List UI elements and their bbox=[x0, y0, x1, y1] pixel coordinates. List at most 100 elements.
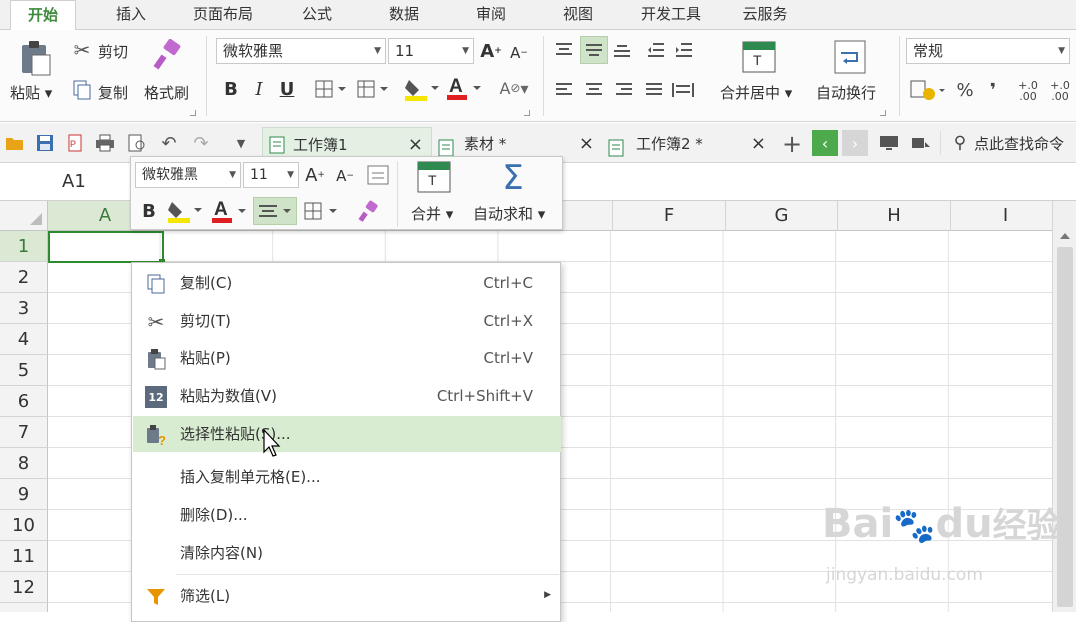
increase-decimal-button[interactable]: +.0.00 bbox=[1014, 76, 1042, 106]
bold-button[interactable]: B bbox=[220, 78, 242, 100]
tab-data[interactable]: 数据 bbox=[376, 0, 432, 30]
tab-cloud[interactable]: 云服务 bbox=[730, 0, 800, 30]
mini-font-color-icon[interactable]: A bbox=[209, 197, 249, 225]
column-header[interactable]: H bbox=[838, 201, 951, 231]
tab-home[interactable]: 开始 bbox=[10, 0, 76, 31]
scroll-thumb[interactable] bbox=[1057, 247, 1073, 607]
italic-button[interactable]: I bbox=[248, 78, 270, 100]
column-header[interactable]: F bbox=[613, 201, 726, 231]
row-header[interactable]: 12 bbox=[0, 572, 48, 603]
distributed-align-icon[interactable] bbox=[670, 78, 696, 102]
decrease-decimal-button[interactable]: +.0.00 bbox=[1046, 76, 1074, 106]
border-icon[interactable] bbox=[312, 78, 352, 100]
column-header[interactable]: G bbox=[726, 201, 838, 231]
tab-developer[interactable]: 开发工具 bbox=[626, 0, 716, 30]
row-header[interactable]: 2 bbox=[0, 262, 48, 293]
merge-center-button[interactable]: 合并居中 ▾ bbox=[720, 82, 792, 103]
mini-font-size-select[interactable]: 11 ▼ bbox=[243, 162, 299, 188]
align-right-icon[interactable] bbox=[612, 78, 636, 102]
mini-border-icon[interactable] bbox=[301, 199, 345, 223]
menu-item-paste[interactable]: 粘贴(P) Ctrl+V bbox=[133, 340, 561, 376]
mini-format-painter-icon[interactable] bbox=[355, 199, 383, 223]
row-header[interactable]: 6 bbox=[0, 386, 48, 417]
scissors-icon[interactable]: ✂ bbox=[70, 38, 94, 62]
save-icon[interactable] bbox=[34, 133, 56, 153]
tab-workbook2[interactable]: 工作簿2 * × bbox=[604, 127, 774, 161]
align-bottom-icon[interactable] bbox=[610, 38, 634, 62]
font-launcher[interactable] bbox=[524, 110, 530, 116]
row-header[interactable]: 8 bbox=[0, 448, 48, 479]
currency-icon[interactable] bbox=[908, 76, 948, 104]
row-header[interactable]: 4 bbox=[0, 324, 48, 355]
comma-style-button[interactable]: ❜ bbox=[984, 76, 1002, 104]
percent-button[interactable]: % bbox=[952, 76, 978, 104]
font-name-select[interactable]: 微软雅黑 ▼ bbox=[216, 38, 386, 64]
menu-item-paste-special[interactable]: ? 选择性粘贴(S)... bbox=[133, 416, 561, 452]
tab-page-layout[interactable]: 页面布局 bbox=[180, 0, 266, 30]
row-header[interactable]: 5 bbox=[0, 355, 48, 386]
format-painter-icon[interactable] bbox=[150, 38, 186, 74]
row-header[interactable]: 7 bbox=[0, 417, 48, 448]
cell-style-icon[interactable] bbox=[354, 78, 394, 100]
copy-button[interactable]: 复制 bbox=[98, 82, 128, 103]
mini-autosum-button[interactable]: 自动求和 ▾ bbox=[473, 203, 545, 224]
format-painter-button[interactable]: 格式刷 bbox=[144, 82, 189, 103]
cut-button[interactable]: 剪切 bbox=[98, 41, 128, 62]
close-icon[interactable]: × bbox=[751, 127, 766, 161]
shrink-font-icon[interactable]: A − bbox=[508, 42, 530, 64]
underline-button[interactable]: U bbox=[276, 78, 298, 100]
customize-dropdown-icon[interactable]: ▼ bbox=[232, 133, 250, 153]
copy-icon[interactable] bbox=[70, 78, 94, 102]
mini-font-name-select[interactable]: 微软雅黑 ▼ bbox=[135, 162, 241, 188]
tab-formulas[interactable]: 公式 bbox=[290, 0, 344, 30]
clipboard-launcher[interactable] bbox=[190, 110, 196, 116]
align-middle-icon[interactable] bbox=[580, 36, 608, 64]
mini-align-center-icon[interactable] bbox=[253, 197, 297, 225]
new-tab-button[interactable]: + bbox=[780, 130, 804, 158]
merge-center-icon[interactable]: T bbox=[740, 38, 778, 76]
font-color-icon[interactable]: A bbox=[444, 74, 484, 102]
scroll-right-icon[interactable]: › bbox=[842, 130, 868, 156]
menu-item-delete[interactable]: 删除(D)... bbox=[133, 497, 561, 533]
screen-icon[interactable] bbox=[878, 133, 900, 153]
mini-bold-button[interactable]: B bbox=[139, 199, 159, 223]
print-preview-icon[interactable] bbox=[126, 133, 148, 153]
mini-merge-button[interactable]: 合并 ▾ bbox=[411, 203, 453, 224]
menu-item-filter[interactable]: 筛选(L) ▶ bbox=[133, 578, 561, 614]
fill-color-icon[interactable] bbox=[402, 76, 442, 102]
row-header[interactable] bbox=[0, 603, 48, 612]
align-top-icon[interactable] bbox=[552, 38, 576, 62]
paste-icon[interactable] bbox=[16, 38, 56, 78]
name-box[interactable]: A1 bbox=[62, 171, 86, 192]
select-all-corner[interactable] bbox=[0, 201, 48, 231]
menu-item-cut[interactable]: ✂ 剪切(T) Ctrl+X bbox=[133, 303, 561, 339]
wrap-text-icon[interactable] bbox=[832, 38, 868, 76]
justify-icon[interactable] bbox=[642, 78, 666, 102]
font-size-select[interactable]: 11 ▼ bbox=[388, 38, 474, 64]
export-pdf-icon[interactable]: P bbox=[64, 133, 86, 153]
tab-view[interactable]: 视图 bbox=[550, 0, 606, 30]
row-header[interactable]: 1 bbox=[0, 231, 48, 262]
clear-format-icon[interactable]: A ⊘ ▾ bbox=[496, 76, 532, 100]
menu-item-clear-contents[interactable]: 清除内容(N) bbox=[133, 535, 561, 571]
sigma-icon[interactable]: Σ bbox=[493, 158, 533, 198]
tab-review[interactable]: 审阅 bbox=[463, 0, 519, 30]
print-icon[interactable] bbox=[94, 133, 116, 153]
menu-item-insert-copied-cells[interactable]: 插入复制单元格(E)... bbox=[133, 459, 561, 495]
menu-item-paste-values[interactable]: 12 粘贴为数值(V) Ctrl+Shift+V bbox=[133, 378, 561, 414]
redo-icon[interactable]: ↷ bbox=[190, 133, 212, 154]
number-format-select[interactable]: 常规 ▼ bbox=[906, 38, 1070, 64]
row-header[interactable]: 3 bbox=[0, 293, 48, 324]
tab-insert[interactable]: 插入 bbox=[100, 0, 162, 30]
align-left-icon[interactable] bbox=[552, 78, 576, 102]
grow-font-icon[interactable]: A + bbox=[480, 40, 502, 62]
row-header[interactable]: 11 bbox=[0, 541, 48, 572]
column-header[interactable]: I bbox=[951, 201, 1052, 231]
increase-indent-icon[interactable] bbox=[672, 38, 696, 62]
row-header[interactable]: 10 bbox=[0, 510, 48, 541]
mini-merge-icon[interactable]: T bbox=[415, 159, 453, 195]
menu-item-copy[interactable]: 复制(C) Ctrl+C bbox=[133, 265, 561, 301]
align-center-icon[interactable] bbox=[582, 78, 606, 102]
row-header[interactable]: 9 bbox=[0, 479, 48, 510]
vertical-scrollbar[interactable] bbox=[1052, 201, 1076, 612]
